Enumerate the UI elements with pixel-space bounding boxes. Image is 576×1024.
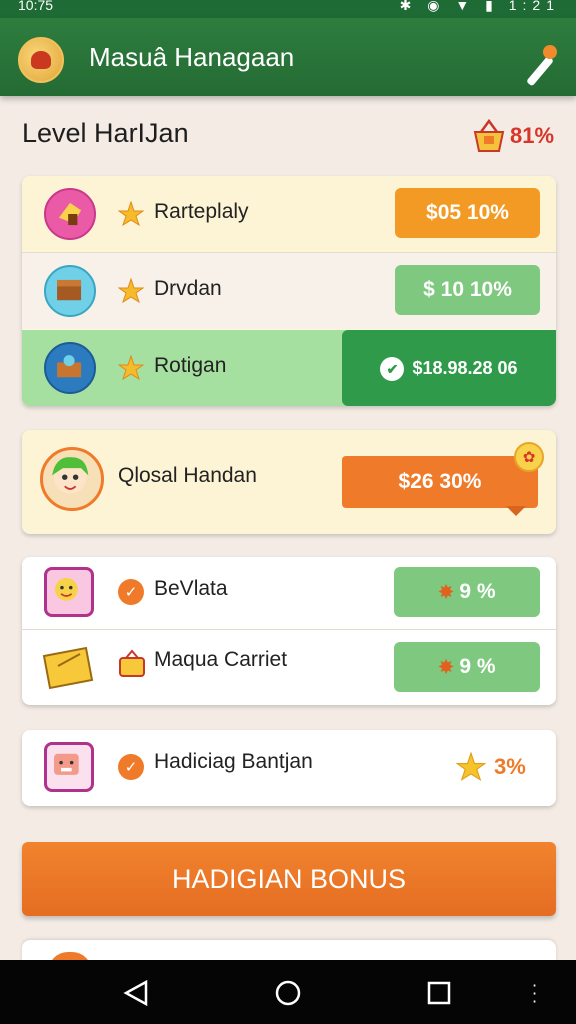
list-item[interactable]: Rarteplaly $05 10% (22, 176, 556, 252)
value-pill[interactable]: $05 10% (395, 188, 540, 238)
more-icon[interactable]: · · · (532, 978, 538, 1010)
list-item-active[interactable]: Rotigan ✔ $18.98.28 06 (22, 330, 556, 406)
puzzle-icon (44, 188, 96, 240)
list-item[interactable]: Maqua Carriet ✸ 9 % (22, 630, 556, 705)
value-pill[interactable]: ✸ 9 % (394, 567, 540, 617)
list-item-label: BeVlata (154, 577, 228, 600)
reward-list-card: Rarteplaly $05 10% Drvdan $ 10 10% Rotig… (22, 176, 556, 406)
check-icon: ✓ (118, 754, 144, 780)
face-icon (44, 567, 94, 617)
box-icon (42, 646, 94, 690)
chest-icon (44, 342, 96, 394)
value-pill-text: 9 % (459, 580, 496, 603)
list-item-label: Maqua Carriet (154, 648, 288, 671)
featured-card[interactable]: Qlosal Handan $26 30% ✿ (22, 430, 556, 534)
recents-icon[interactable] (424, 978, 454, 1008)
reward-list-card-2: ✓ BeVlata ✸ 9 % Maqua Carriet ✸ 9 % (22, 557, 556, 705)
star-icon (118, 278, 144, 304)
star-icon (456, 752, 486, 782)
list-item-label: Rotigan (154, 354, 227, 377)
star-icon (118, 201, 144, 227)
app-title: Masuâ Hanagaan (89, 42, 295, 72)
brush-icon[interactable] (520, 42, 560, 96)
list-item-label: Drvdan (154, 277, 222, 300)
basket-icon (473, 118, 505, 152)
face-icon (44, 742, 94, 792)
check-icon: ✓ (118, 579, 144, 605)
notification-badge-icon: ✿ (514, 442, 544, 472)
list-item-label: Rarteplaly (154, 200, 249, 223)
burst-icon: ✸ (438, 657, 454, 677)
chest-icon (44, 265, 96, 317)
bonus-button[interactable]: HADIGIAN BONUS (22, 842, 556, 916)
value-pill[interactable]: ✸ 9 % (394, 642, 540, 692)
menu-logo-icon[interactable] (18, 37, 64, 83)
list-item[interactable]: Drvdan $ 10 10% (22, 253, 556, 329)
level-badge: 81% (472, 114, 562, 158)
basket-icon (119, 649, 145, 677)
system-nav-bar: · · · (0, 960, 576, 1024)
featured-value-pill[interactable]: $26 30% (342, 456, 538, 508)
reward-single-card[interactable]: ✓ Hadiciag Bantjan 3% (22, 730, 556, 806)
status-right-text: 1:21 (508, 0, 560, 13)
back-icon[interactable] (122, 978, 152, 1008)
avatar (40, 447, 104, 511)
status-icons: ✱ ◉ ▼ ▮ 1:21 (400, 0, 560, 14)
value-pill[interactable]: $ 10 10% (395, 265, 540, 315)
home-icon[interactable] (273, 978, 303, 1008)
value-pill-text: 9 % (459, 655, 496, 678)
value-pill-active[interactable]: ✔ $18.98.28 06 (342, 330, 556, 406)
single-value: 3% (494, 754, 526, 779)
status-bar: 10:75 ✱ ◉ ▼ ▮ 1:21 (0, 0, 576, 18)
list-item[interactable]: ✓ BeVlata ✸ 9 % (22, 557, 556, 629)
app-bar: Masuâ Hanagaan (0, 18, 576, 96)
featured-label: Qlosal Handan (118, 464, 257, 487)
status-time: 10:75 (18, 0, 54, 13)
check-icon: ✔ (380, 357, 405, 382)
value-pill-text: $18.98.28 06 (412, 358, 518, 378)
pill-tail (506, 506, 526, 516)
level-percent: 81% (510, 123, 555, 148)
star-icon (118, 355, 144, 381)
list-item-label: Hadiciag Bantjan (154, 750, 313, 773)
burst-icon: ✸ (438, 582, 454, 602)
level-title: Level HarIJan (22, 118, 189, 148)
